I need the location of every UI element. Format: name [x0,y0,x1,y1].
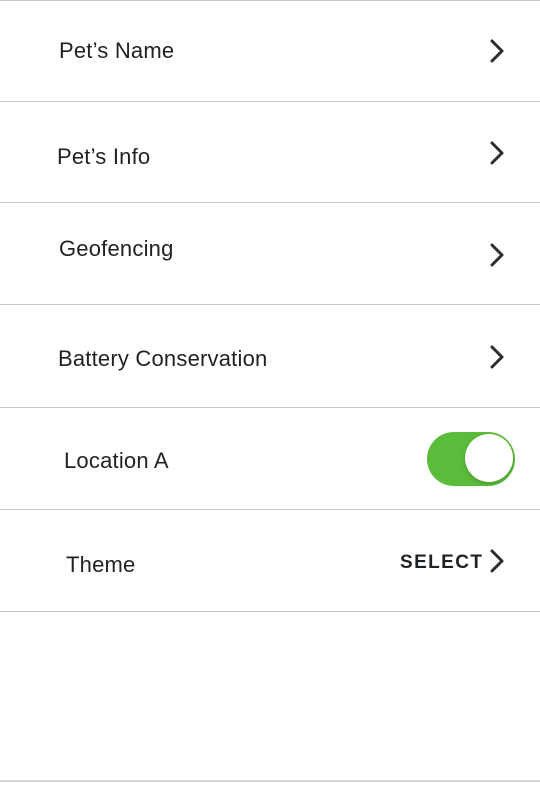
settings-row-label: Theme [66,552,136,577]
chevron-right-icon [488,242,506,268]
toggle-knob [465,434,513,482]
settings-row-theme[interactable]: Theme SELECT [0,510,540,611]
settings-row-label: Location A [64,448,169,473]
settings-row-label: Geofencing [59,236,174,261]
chevron-right-icon [488,140,506,166]
bottom-divider [0,780,540,782]
settings-row-geofencing[interactable]: Geofencing [0,203,540,304]
settings-row-label: Battery Conservation [58,346,268,371]
chevron-right-icon[interactable] [488,548,506,574]
settings-row-battery-conservation[interactable]: Battery Conservation [0,305,540,407]
settings-row-label: Pet’s Info [57,144,151,169]
settings-row-pets-name[interactable]: Pet’s Name [0,1,540,101]
settings-row-label: Pet’s Name [59,38,175,63]
chevron-right-icon [488,38,506,64]
theme-select-label[interactable]: SELECT [400,552,483,574]
chevron-right-icon [488,344,506,370]
settings-row-pets-info[interactable]: Pet’s Info [0,102,540,202]
divider [0,611,540,612]
location-a-toggle[interactable] [427,432,515,486]
